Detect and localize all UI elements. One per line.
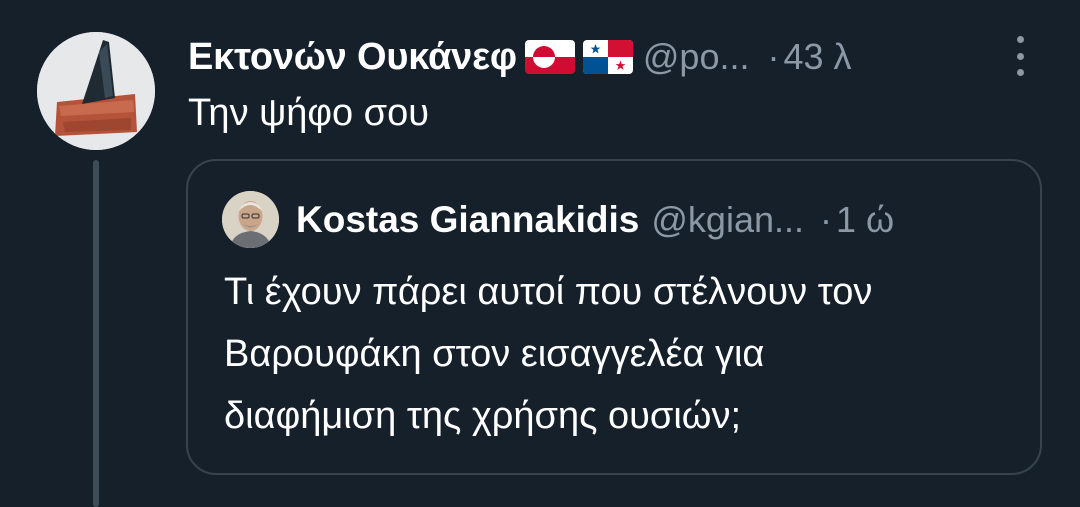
separator-dot: ·	[767, 36, 780, 77]
quoted-tweet-text-line: διαφήμιση της χρήσης ουσιών;	[224, 395, 742, 437]
author-avatar[interactable]	[37, 32, 155, 150]
quoted-tweet-header: Kostas Giannakidis @kgian... · 1 ώ	[296, 191, 894, 249]
tweet[interactable]: Εκτονών Ουκάνεφ @po... · 43 λ Την ψήφο σ…	[0, 0, 1080, 507]
thread-line	[93, 160, 99, 507]
greenland-flag-icon	[524, 40, 575, 74]
separator-dot: ·	[820, 199, 833, 240]
quoted-author-handle[interactable]: @kgian...	[651, 199, 804, 241]
quoted-tweet-text-line: Βαρουφάκη στον εισαγγελέα για	[224, 333, 765, 375]
author-handle[interactable]: @po...	[643, 36, 750, 78]
tweet-header: Εκτονών Ουκάνεφ @po... · 43 λ	[188, 30, 1068, 84]
quoted-tweet[interactable]: Kostas Giannakidis @kgian... · 1 ώ Τι έχ…	[186, 159, 1042, 475]
quoted-author-display-name[interactable]: Kostas Giannakidis	[296, 199, 639, 241]
more-options-icon[interactable]	[1008, 36, 1032, 76]
tweet-text: Την ψήφο σου	[188, 92, 430, 134]
quoted-tweet-text: Τι έχουν πάρει αυτοί που στέλνουν τον Βα…	[224, 261, 1024, 447]
quoted-author-avatar[interactable]	[222, 191, 279, 248]
quoted-tweet-text-line: Τι έχουν πάρει αυτοί που στέλνουν τον	[224, 271, 873, 313]
panama-flag-icon	[582, 40, 633, 74]
quoted-tweet-timestamp[interactable]: 1 ώ	[836, 199, 894, 241]
author-display-name[interactable]: Εκτονών Ουκάνεφ	[188, 36, 517, 79]
tweet-timestamp[interactable]: 43 λ	[783, 36, 851, 78]
